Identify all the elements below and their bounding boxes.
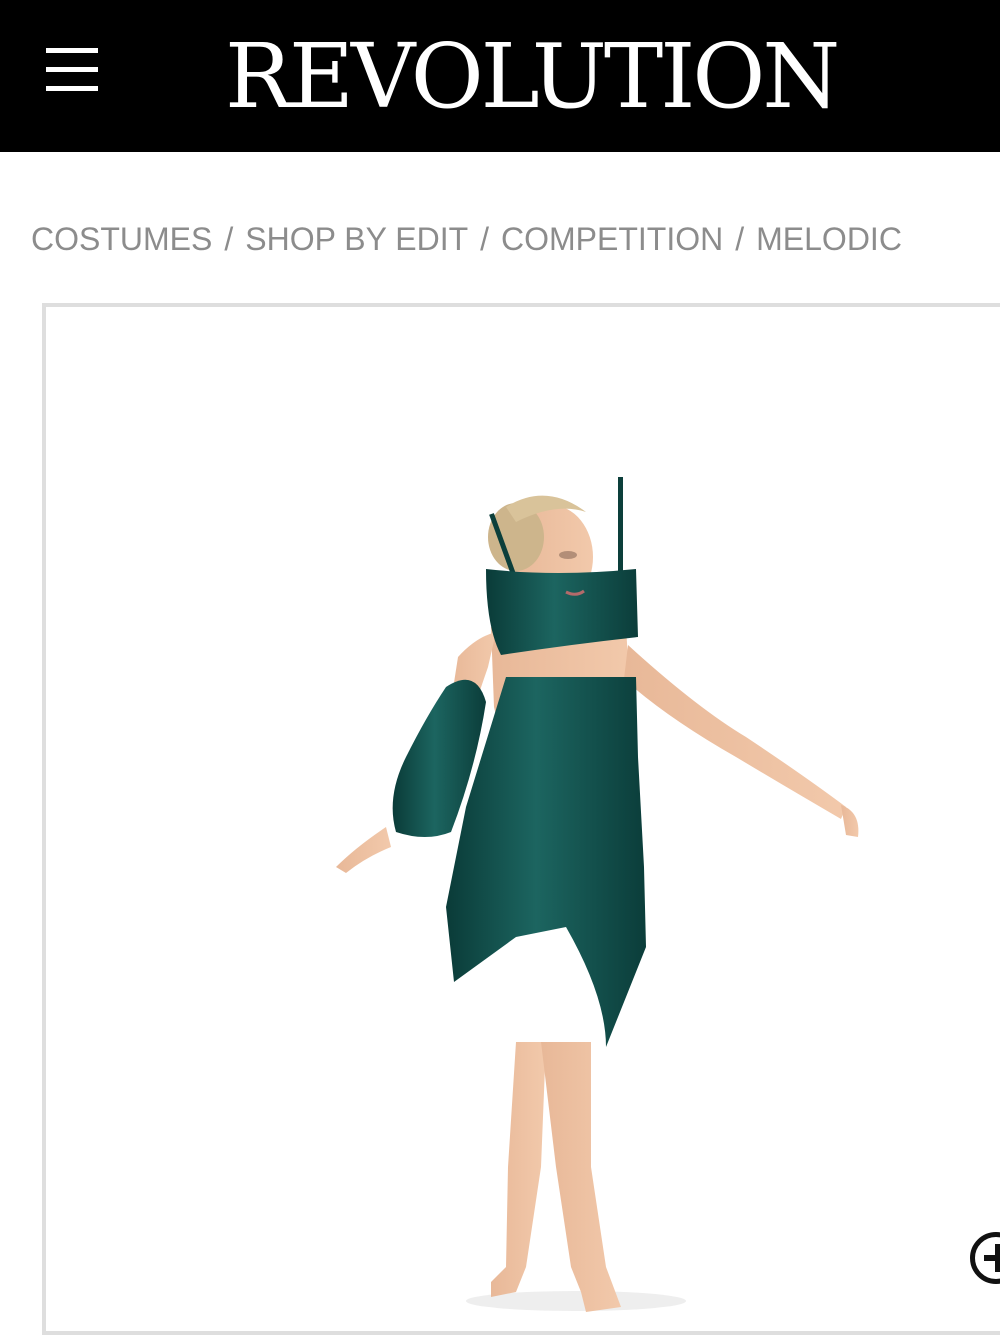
breadcrumb-separator: /: [480, 221, 490, 257]
site-header: REVOLUTION: [0, 0, 1000, 152]
breadcrumb-costumes[interactable]: COSTUMES: [31, 221, 212, 257]
brand-logo[interactable]: REVOLUTION: [225, 26, 840, 126]
breadcrumb-separator: /: [224, 221, 234, 257]
breadcrumb-competition[interactable]: COMPETITION: [501, 221, 723, 257]
hamburger-menu-icon[interactable]: [44, 44, 100, 94]
breadcrumb-melodic[interactable]: MELODIC: [756, 221, 902, 257]
breadcrumb-shop-by-edit[interactable]: SHOP BY EDIT: [245, 221, 468, 257]
product-image-frame: [42, 303, 1000, 1335]
breadcrumb-separator: /: [735, 221, 745, 257]
breadcrumb: COSTUMES / SHOP BY EDIT / COMPETITION / MELODI…: [31, 216, 902, 262]
product-image[interactable]: [46, 307, 1000, 1331]
